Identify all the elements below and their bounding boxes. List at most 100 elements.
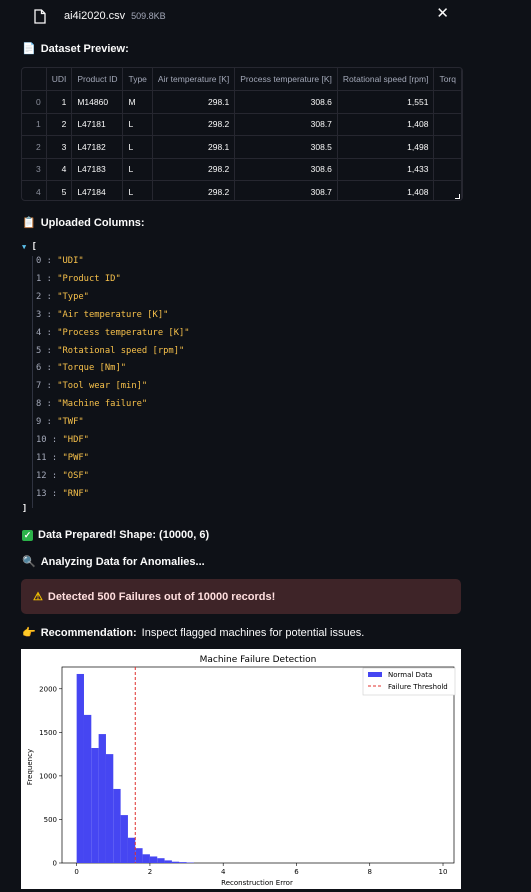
warning-icon: ⚠ [33,590,43,603]
table-cell[interactable]: 1,408 [337,181,434,202]
histogram-bar [106,754,113,863]
json-value: "Rotational speed [rpm]" [57,346,184,356]
table-cell[interactable]: M14860 [72,91,123,114]
histogram-bar [157,858,164,863]
table-cell[interactable]: 308.6 [235,91,338,114]
table-row: 1 2 L47181 L 298.2 308.7 1,408 [22,113,462,136]
y-tick-label: 2000 [39,685,57,693]
table-header[interactable]: Rotational speed [rpm] [337,68,434,91]
y-axis-label: Frequency [26,749,34,785]
json-list-item: 10 : "HDF" [36,435,89,445]
table-cell[interactable]: 298.2 [152,113,234,136]
json-colon: : [47,471,63,481]
close-icon[interactable]: ✕ [436,4,449,22]
x-tick-label: 0 [74,868,78,876]
json-list-item: 13 : "RNF" [36,489,89,499]
table-cell[interactable]: L [123,181,152,202]
table-header[interactable]: UDI [46,68,72,91]
file-size: 509.8KB [131,11,166,21]
table-cell[interactable] [434,91,462,114]
histogram-bar [172,862,179,863]
table-cell[interactable] [434,158,462,181]
table-cell[interactable]: 2 [46,113,72,136]
file-icon [34,9,46,24]
table-cell[interactable]: L47181 [72,113,123,136]
json-value: "OSF" [62,471,88,481]
analyzing-line: 🔍 Analyzing Data for Anomalies... [22,555,205,568]
table-cell[interactable]: 308.5 [235,136,338,159]
table-cell[interactable]: 1,433 [337,158,434,181]
table-row: 0 1 M14860 M 298.1 308.6 1,551 [22,91,462,114]
table-cell[interactable]: 1 [46,91,72,114]
resize-handle-icon[interactable] [455,194,460,199]
table-cell[interactable]: L [123,113,152,136]
table-cell[interactable]: L47183 [72,158,123,181]
dataset-table[interactable]: UDI Product ID Type Air temperature [K] … [21,67,463,201]
json-key: 13 [36,489,47,499]
json-key: 12 [36,471,47,481]
json-close-bracket: ] [22,504,27,514]
table-cell[interactable]: 4 [46,158,72,181]
table-cell[interactable]: 308.6 [235,158,338,181]
table-cell[interactable] [434,113,462,136]
table-cell[interactable]: 1,498 [337,136,434,159]
json-key: 10 [36,435,47,445]
json-list-item: 4 : "Process temperature [K]" [36,328,190,338]
json-value: "UDI" [57,256,83,266]
table-cell[interactable]: 0 [22,91,46,114]
table-header[interactable]: Process temperature [K] [235,68,338,91]
table-cell[interactable]: 1,408 [337,113,434,136]
table-cell[interactable]: M [123,91,152,114]
table-header[interactable]: Type [123,68,152,91]
table-cell[interactable]: 298.1 [152,136,234,159]
x-axis-label: Reconstruction Error [221,879,293,887]
table-row: 2 3 L47182 L 298.1 308.5 1,498 [22,136,462,159]
histogram-svg: Machine Failure Detection 02468100500100… [21,649,461,889]
collapse-toggle-icon[interactable]: ▼ [22,243,26,251]
table-header[interactable]: Torq [434,68,462,91]
x-tick-label: 4 [221,868,226,876]
table-cell[interactable]: 3 [46,136,72,159]
json-colon: : [41,256,57,266]
table-cell[interactable]: 1,551 [337,91,434,114]
table-header[interactable]: Product ID [72,68,123,91]
check-icon: ✓ [22,530,33,541]
json-colon: : [41,346,57,356]
table-cell[interactable]: 308.7 [235,113,338,136]
y-tick-label: 1500 [39,729,57,737]
histogram-bar [128,838,135,863]
table-cell[interactable]: L [123,158,152,181]
recommendation-label: Recommendation: [41,627,137,639]
table-cell[interactable]: 2 [22,136,46,159]
data-prepared-text: Data Prepared! Shape: (10000, 6) [38,529,209,541]
table-row: 4 5 L47184 L 298.2 308.7 1,408 [22,181,462,202]
failure-histogram-chart: Machine Failure Detection 02468100500100… [21,649,461,889]
histogram-bar [77,674,84,863]
json-value: "PWF" [62,453,88,463]
table-cell[interactable]: 3 [22,158,46,181]
table-cell[interactable]: 1 [22,113,46,136]
pointing-hand-icon: 👉 [22,626,36,639]
x-tick-label: 8 [368,868,372,876]
table-cell[interactable]: L47184 [72,181,123,202]
table-cell[interactable] [434,136,462,159]
alert-text: Detected 500 Failures out of 10000 recor… [48,591,275,603]
histogram-bar [135,848,142,863]
table-cell[interactable]: L47182 [72,136,123,159]
table-cell[interactable]: L [123,136,152,159]
json-list-item: 2 : "Type" [36,292,89,302]
table-header[interactable]: Air temperature [K] [152,68,234,91]
table-cell[interactable]: 4 [22,181,46,202]
json-list-item: 12 : "OSF" [36,471,89,481]
json-colon: : [41,363,57,373]
json-list-item: 8 : "Machine failure" [36,399,147,409]
table-cell[interactable]: 298.2 [152,158,234,181]
table-cell[interactable]: 298.1 [152,91,234,114]
uploaded-columns-title: Uploaded Columns: [41,217,145,229]
table-cell[interactable]: 308.7 [235,181,338,202]
page-icon: 📄 [22,42,36,55]
y-tick-label: 0 [53,860,57,868]
recommendation-text: Inspect flagged machines for potential i… [142,627,365,639]
table-cell[interactable]: 5 [46,181,72,202]
table-cell[interactable]: 298.2 [152,181,234,202]
